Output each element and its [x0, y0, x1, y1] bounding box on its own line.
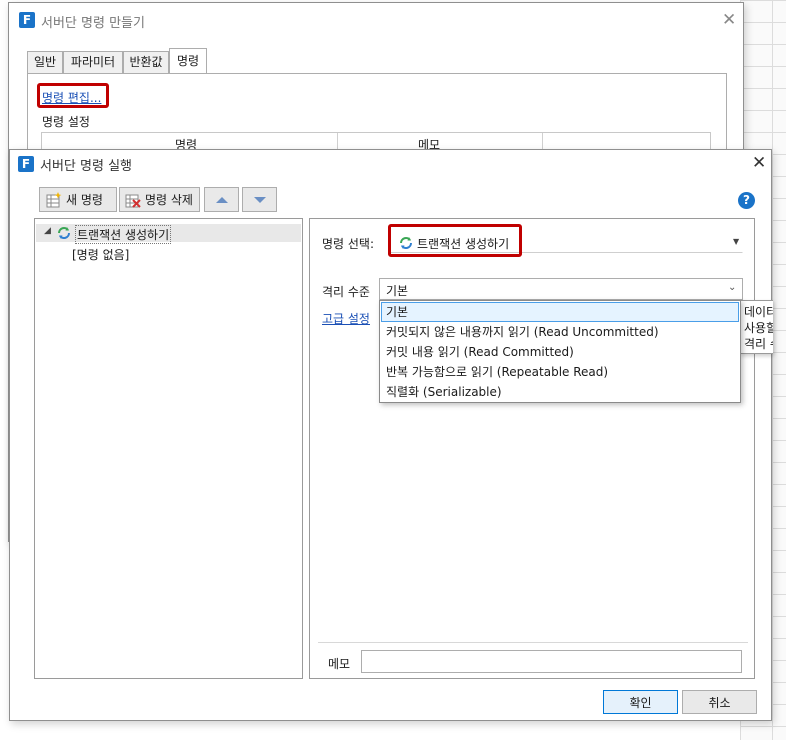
isolation-option-read-uncommitted[interactable]: 커밋되지 않은 내용까지 읽기 (Read Uncommitted): [381, 322, 739, 342]
isolation-option-repeatable-read[interactable]: 반복 가능함으로 읽기 (Repeatable Read): [381, 362, 739, 382]
memo-separator: [318, 642, 748, 643]
tab-parameters[interactable]: 파라미터: [63, 51, 123, 73]
arrow-down-icon: [253, 196, 266, 203]
transaction-icon: [58, 227, 70, 239]
delete-command-label: 명령 삭제: [145, 193, 193, 207]
app-logo-icon: F: [19, 12, 35, 28]
tree-item-transaction[interactable]: 트랜잭션 생성하기: [75, 225, 172, 244]
delete-command-icon: [125, 194, 141, 208]
front-dialog-close-icon[interactable]: ✕: [752, 154, 766, 172]
cancel-button[interactable]: 취소: [682, 690, 757, 714]
tab-commands[interactable]: 명령: [169, 48, 207, 73]
tooltip-line-3: 격리 수: [744, 337, 773, 351]
isolation-option-default[interactable]: 기본: [381, 302, 739, 322]
edit-commands-link[interactable]: 명령 편집...: [42, 89, 101, 106]
memo-label: 메모: [328, 657, 351, 671]
front-dialog-title: 서버단 명령 실행: [40, 159, 132, 174]
new-command-icon: [46, 191, 62, 207]
command-settings-label: 명령 설정: [42, 115, 90, 129]
tree-item-no-command[interactable]: [명령 없음]: [72, 246, 129, 263]
arrow-up-icon: [215, 196, 228, 203]
ok-button[interactable]: 확인: [603, 690, 678, 714]
back-dialog-tabs: 일반 파라미터 반환값 명령: [27, 48, 727, 73]
back-dialog-title: 서버단 명령 만들기: [41, 16, 145, 31]
new-command-label: 새 명령: [66, 193, 103, 207]
isolation-option-read-committed[interactable]: 커밋 내용 읽기 (Read Committed): [381, 342, 739, 362]
isolation-tooltip: 데이터 사용할 격리 수: [740, 300, 773, 354]
isolation-option-serializable[interactable]: 직렬화 (Serializable): [381, 382, 739, 402]
isolation-level-value: 기본: [386, 284, 409, 298]
tree-expand-icon[interactable]: ◢: [44, 226, 51, 236]
front-dialog: F 서버단 명령 실행 ✕ 새 명령 명령 삭제 ? ◢ 트랜잭션 생성하기 […: [9, 149, 773, 721]
delete-command-button[interactable]: 명령 삭제: [119, 187, 200, 212]
isolation-level-select[interactable]: 기본 ⌄: [379, 278, 743, 300]
command-tree-panel[interactable]: ◢ 트랜잭션 생성하기 [명령 없음]: [34, 218, 303, 679]
app-logo-icon-front: F: [18, 156, 34, 172]
memo-input[interactable]: [361, 650, 742, 673]
new-command-button[interactable]: 새 명령: [39, 187, 117, 212]
chevron-down-icon: ⌄: [728, 282, 737, 293]
command-select-label: 명령 선택:: [322, 237, 375, 251]
back-dialog-close-icon[interactable]: ✕: [722, 11, 736, 29]
command-detail-panel: 명령 선택: 트랜잭션 생성하기 ▼ 격리 수준 기본 ⌄ 고급 설정 메모: [309, 218, 755, 679]
tab-general[interactable]: 일반: [27, 51, 63, 73]
tooltip-line-1: 데이터: [744, 305, 773, 319]
tooltip-line-2: 사용할: [744, 321, 773, 335]
isolation-level-dropdown-list[interactable]: 기본 커밋되지 않은 내용까지 읽기 (Read Uncommitted) 커밋…: [379, 300, 741, 403]
help-icon[interactable]: ?: [738, 192, 755, 209]
move-up-button[interactable]: [204, 187, 239, 212]
dropdown-arrow-icon: ▼: [733, 237, 740, 246]
move-down-button[interactable]: [242, 187, 277, 212]
isolation-level-label: 격리 수준: [322, 285, 370, 299]
command-select-highlight: [388, 224, 522, 257]
tab-return-values[interactable]: 반환값: [123, 51, 169, 73]
advanced-settings-link[interactable]: 고급 설정: [322, 310, 370, 327]
